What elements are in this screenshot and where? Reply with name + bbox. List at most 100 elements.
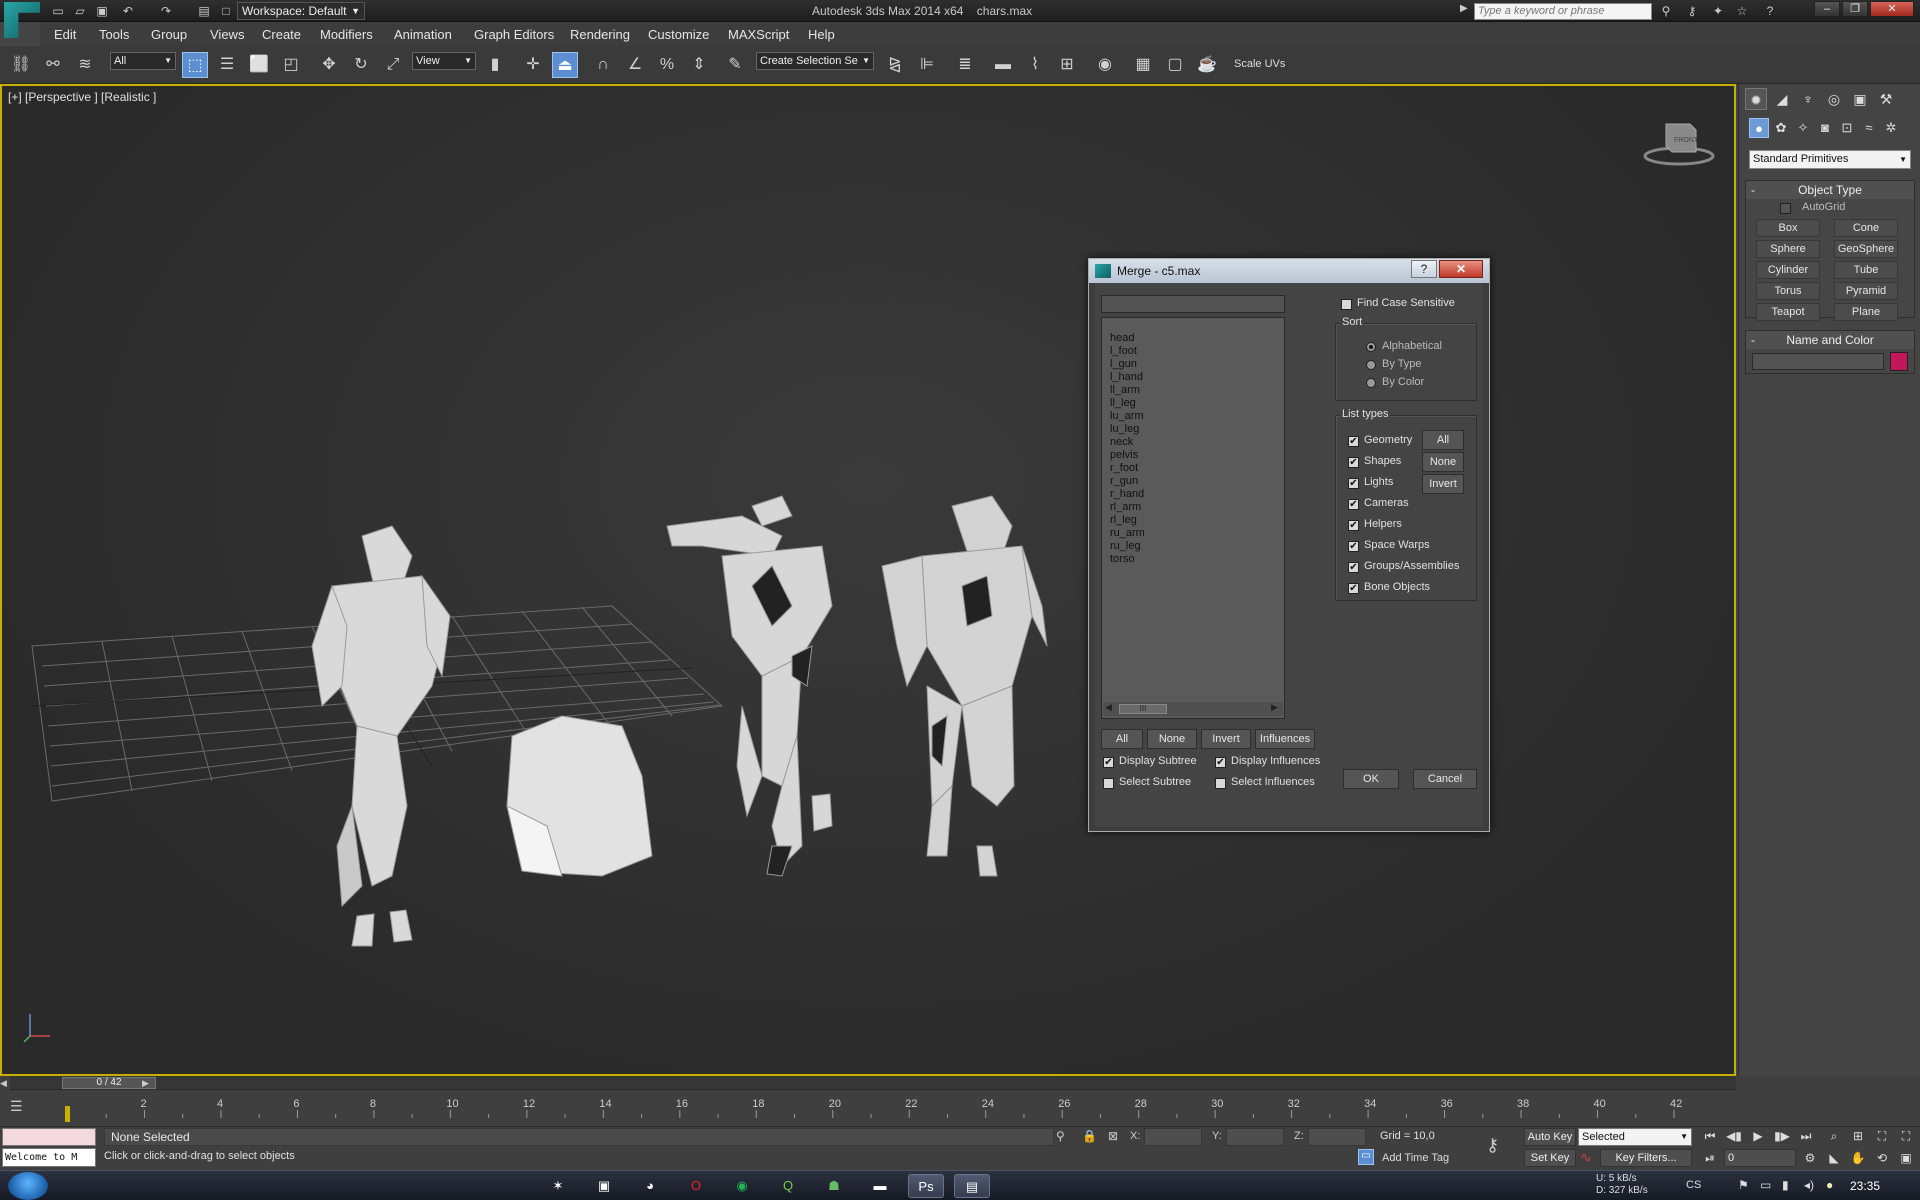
list-item[interactable]: pelvis [1110,449,1138,462]
move-icon[interactable]: ✥ [316,52,342,78]
select-subtree-checkbox[interactable] [1103,778,1114,789]
select-object-icon[interactable]: ⬚ [182,52,208,78]
list-item[interactable]: ru_leg [1110,540,1141,553]
cone-button[interactable]: Cone [1834,219,1898,237]
snaps-toggle-icon[interactable]: ∩ [590,52,616,78]
taskbar-save-icon[interactable]: ▣ [586,1174,622,1198]
menu-rendering[interactable]: Rendering [570,27,630,42]
previous-frame-icon[interactable]: ◀▮ [1724,1127,1744,1145]
add-time-tag-button[interactable]: Add Time Tag [1382,1152,1449,1164]
display-influences-checkbox[interactable]: ✔ [1215,757,1226,768]
dialog-help-button[interactable]: ? [1411,260,1437,278]
play-icon[interactable]: ▶ [1748,1127,1768,1145]
reference-coordinate-dropdown[interactable]: View ▼ [412,52,476,70]
named-selection-set-dropdown[interactable]: Create Selection Se ▼ [756,52,874,70]
sort-alphabetical-radio[interactable] [1366,342,1376,352]
menu-animation[interactable]: Animation [394,27,452,42]
minimize-button[interactable]: – [1814,1,1840,17]
display-subtree-checkbox[interactable]: ✔ [1103,757,1114,768]
maxscript-welcome-text[interactable]: Welcome to M [2,1148,96,1167]
menu-create[interactable]: Create [262,27,301,42]
time-slider[interactable]: 0 / 42 [10,1076,1736,1090]
isolate-selection-icon[interactable]: ⚲ [1056,1129,1072,1145]
mini-curve-editor-icon[interactable]: ☰ [10,1098,34,1120]
opera-icon[interactable]: O [678,1174,714,1198]
rotate-icon[interactable]: ↻ [348,52,374,78]
list-item[interactable]: rl_arm [1110,501,1141,514]
list-item[interactable]: ll_arm [1110,384,1140,397]
torus-button[interactable]: Torus [1756,282,1820,300]
qbittorrent-icon[interactable]: Q [770,1174,806,1198]
autogrid-checkbox[interactable] [1780,203,1791,214]
z-coordinate-field[interactable] [1308,1128,1366,1146]
go-to-start-icon[interactable]: ⏮ [1700,1127,1720,1145]
save-icon[interactable]: ▣ [94,3,110,19]
hierarchy-tab-icon[interactable]: ♆ [1797,88,1819,110]
window-crossing-icon[interactable]: ◰ [278,52,304,78]
time-tag-icon[interactable]: ▭ [1358,1149,1374,1165]
types-all-button[interactable]: All [1422,430,1464,450]
photoshop-icon[interactable]: Ps [908,1174,944,1198]
scale-icon[interactable]: ⤢ [380,52,406,78]
undo-icon[interactable]: ↶ [120,3,136,19]
rendered-frame-window-icon[interactable]: ▢ [1162,52,1188,78]
space-warps-category-icon[interactable]: ≈ [1859,118,1879,138]
maximize-viewport-icon[interactable]: □ [218,3,234,19]
redo-icon[interactable]: ↷ [158,3,174,19]
cameras-checkbox[interactable]: ✔ [1348,499,1359,510]
list-item[interactable]: ll_leg [1110,397,1136,410]
set-key-icon[interactable]: ⚷ [1486,1135,1512,1157]
select-by-name-icon[interactable]: ☰ [214,52,240,78]
edit-named-selection-icon[interactable]: ✎ [722,52,748,78]
graphite-ribbon-icon[interactable]: ▬ [990,52,1016,78]
menu-group[interactable]: Group [151,27,187,42]
start-button[interactable] [8,1172,48,1200]
timeline-ruler[interactable]: 2 4 6 8 10 12 14 16 18 20 22 24 26 28 30 32 34 36 38 40 42 [60,1096,1686,1124]
curve-editor-icon[interactable]: ⌇ [1022,52,1048,78]
list-item[interactable]: r_hand [1110,488,1144,501]
box-button[interactable]: Box [1756,219,1820,237]
list-item[interactable]: ru_arm [1110,527,1145,540]
network-icon[interactable]: ▮ [1782,1178,1789,1192]
next-frame-arrow-icon[interactable]: ▶ [142,1076,152,1090]
keyboard-shortcut-override-icon[interactable]: ⏏ [552,52,578,78]
volume-icon[interactable]: ◂) [1804,1178,1814,1192]
command-prompt-icon[interactable]: ▬ [862,1174,898,1198]
geosphere-button[interactable]: GeoSphere [1834,240,1898,258]
key-mode-toggle-icon[interactable]: ⏯ [1700,1149,1720,1167]
selection-filter-dropdown[interactable]: All ▼ [110,52,176,70]
types-none-button[interactable]: None [1422,452,1464,472]
lights-checkbox[interactable]: ✔ [1348,478,1359,489]
utilities-tab-icon[interactable]: ⚒ [1875,88,1897,110]
display-icon[interactable]: ▭ [1760,1178,1771,1192]
bone-objects-checkbox[interactable]: ✔ [1348,583,1359,594]
current-frame-field[interactable]: 0 [1724,1149,1796,1167]
menu-modifiers[interactable]: Modifiers [320,27,373,42]
render-setup-icon[interactable]: ▦ [1130,52,1156,78]
pivot-center-icon[interactable]: ▮ [482,52,508,78]
field-of-view-icon[interactable]: ◣ [1824,1149,1844,1167]
name-and-color-header[interactable]: - Name and Color [1746,331,1914,349]
communication-center-icon[interactable]: ✦ [1710,3,1726,19]
lights-category-icon[interactable]: ✧ [1793,118,1813,138]
cancel-button[interactable]: Cancel [1413,769,1477,789]
zoom-extents-icon[interactable]: ⛶ [1872,1127,1892,1145]
geometry-checkbox[interactable]: ✔ [1348,436,1359,447]
sphere-button[interactable]: Sphere [1756,240,1820,258]
default-in-out-tangent-icon[interactable]: ∿ [1580,1149,1598,1167]
clock[interactable]: 23:35 [1850,1179,1880,1193]
go-to-end-icon[interactable]: ⏭ [1796,1127,1816,1145]
restore-button[interactable]: ❐ [1842,1,1868,17]
search-input[interactable]: Type a keyword or phrase [1474,3,1652,20]
zoom-icon[interactable]: ⌕ [1824,1127,1844,1145]
shapes-category-icon[interactable]: ✿ [1771,118,1791,138]
workspace-dropdown[interactable]: Workspace: Default ▼ [237,2,365,20]
spotify-icon[interactable]: ◉ [724,1174,760,1198]
layer-manager-icon[interactable]: ≣ [952,52,978,78]
helpers-checkbox[interactable]: ✔ [1348,520,1359,531]
3dsmax-taskbar-icon[interactable]: ▤ [954,1174,990,1198]
sort-by-color-radio[interactable] [1366,378,1376,388]
select-influences-checkbox[interactable] [1215,778,1226,789]
zoom-extents-all-icon[interactable]: ⛶ [1896,1127,1916,1145]
favorites-star-icon[interactable]: ☆ [1734,3,1750,19]
